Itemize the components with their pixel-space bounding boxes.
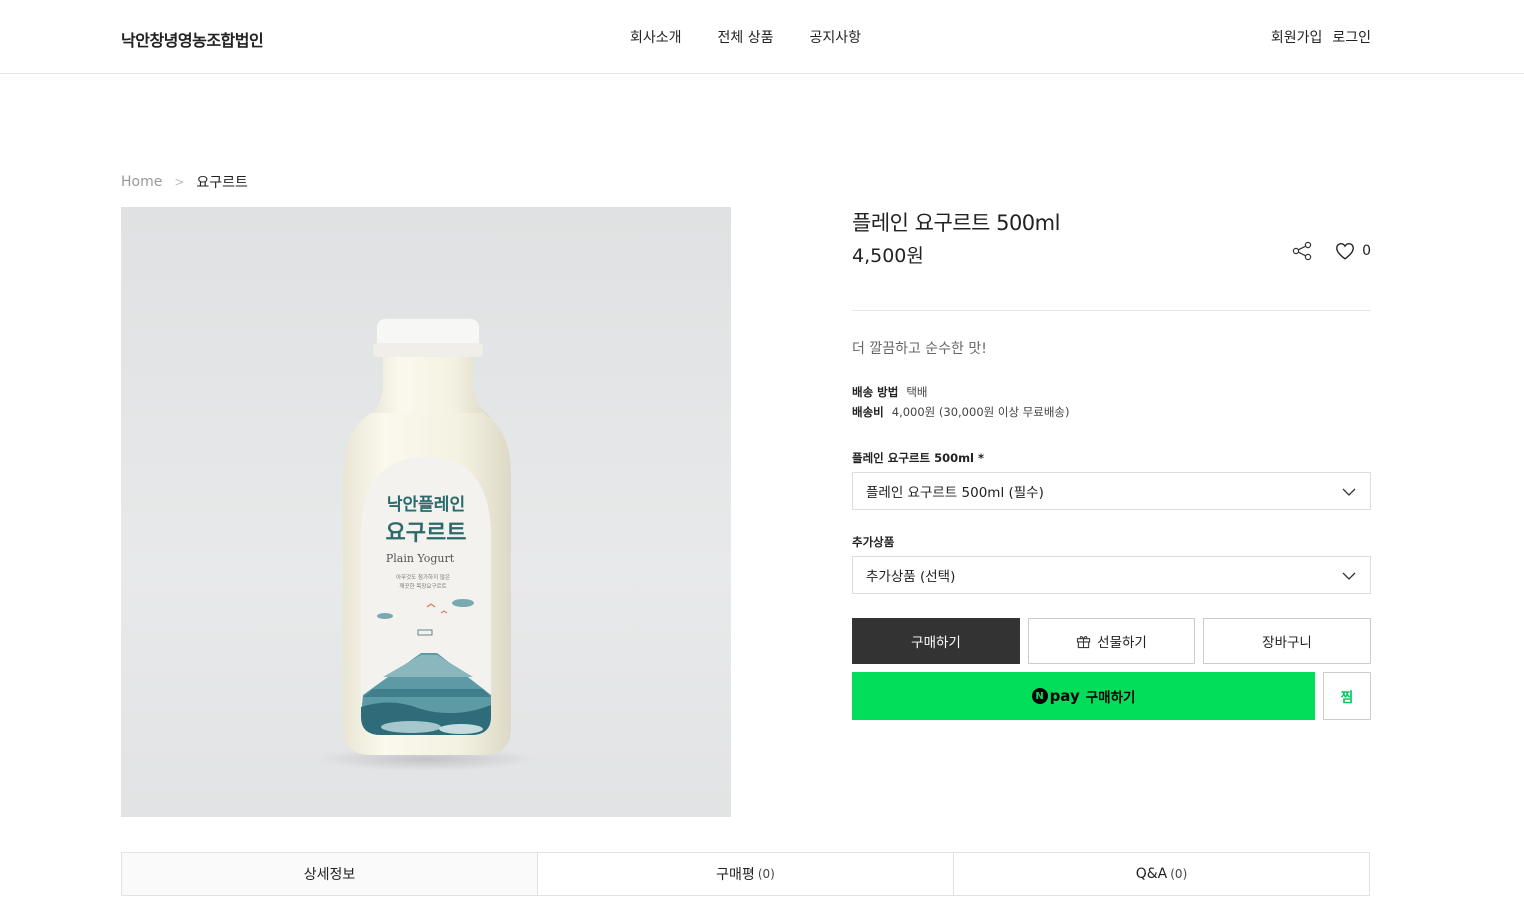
label-english-text: Plain Yogurt — [386, 552, 455, 565]
label-title-text: 낙안플레인 — [387, 495, 465, 515]
npay-buy-label: 구매하기 — [1085, 690, 1136, 706]
zzim-button[interactable]: 찜 — [1323, 672, 1371, 720]
share-icon[interactable] — [1290, 239, 1314, 263]
tab-detail-label: 상세정보 — [303, 867, 356, 883]
product-title: 플레인 요구르트 500ml — [852, 211, 1060, 235]
option-additional-label: 추가상품 — [852, 535, 895, 549]
like-count: 0 — [1362, 243, 1371, 259]
product-tabs: 상세정보 구매평 (0) Q&A (0) — [121, 852, 1370, 896]
shipping-fee-row: 배송비 4,000원 (30,000원 이상 무료배송) — [852, 404, 1070, 420]
member-menu: 회원가입 로그인 — [1261, 27, 1371, 47]
label-desc-text-2: 깨끗한 목장요구르트 — [399, 582, 446, 590]
tab-qna-label: Q&A — [1135, 866, 1168, 882]
shipping-fee-label: 배송비 — [852, 405, 884, 419]
nav-item-company[interactable]: 회사소개 — [630, 27, 682, 47]
chevron-down-icon — [1342, 572, 1356, 580]
label-subtitle-text: 요구르트 — [386, 521, 467, 546]
site-logo[interactable]: 낙안창녕영농조합법인 — [121, 27, 264, 51]
breadcrumb: Home > 요구르트 — [121, 172, 248, 192]
product-info: 플레인 요구르트 500ml 4,500원 0 더 깔끔하고 순수한 맛! 배송… — [852, 207, 1371, 720]
shipping-method-label: 배송 방법 — [852, 385, 899, 399]
cart-button[interactable]: 장바구니 — [1203, 618, 1371, 664]
nav-item-notice[interactable]: 공지사항 — [810, 27, 862, 47]
shipping-method-value: 택배 — [906, 385, 928, 399]
shipping-method-row: 배송 방법 택배 — [852, 384, 928, 400]
option-required-select[interactable]: 플레인 요구르트 500ml (필수) — [852, 472, 1371, 510]
tab-detail[interactable]: 상세정보 — [122, 853, 538, 895]
tab-reviews[interactable]: 구매평 (0) — [538, 853, 954, 895]
shipping-fee-value: 4,000원 (30,000원 이상 무료배송) — [891, 405, 1070, 419]
breadcrumb-home[interactable]: Home — [121, 174, 162, 190]
option-required-label: 플레인 요구르트 500ml * — [852, 451, 985, 465]
tab-qna-count: (0) — [1170, 867, 1188, 881]
gift-button-label: 선물하기 — [1097, 635, 1147, 651]
buy-button[interactable]: 구매하기 — [852, 618, 1020, 664]
npay-word: pay — [1049, 687, 1080, 705]
divider — [852, 310, 1371, 311]
product-summary: 더 깔끔하고 순수한 맛! — [852, 341, 987, 357]
npay-buy-button[interactable]: N pay 구매하기 — [852, 672, 1315, 720]
chevron-down-icon — [1342, 488, 1356, 496]
option-additional-select[interactable]: 추가상품 (선택) — [852, 556, 1371, 594]
site-header: 낙안창녕영농조합법인 회사소개 전체 상품 공지사항 회원가입 로그인 — [0, 0, 1524, 74]
login-link[interactable]: 로그인 — [1332, 27, 1371, 47]
product-actions: 0 — [1290, 239, 1371, 263]
tab-reviews-label: 구매평 — [716, 867, 755, 883]
option-required-value: 플레인 요구르트 500ml (필수) — [866, 485, 1044, 501]
chevron-right-icon: > — [174, 175, 185, 189]
tab-qna[interactable]: Q&A (0) — [954, 853, 1369, 895]
main-nav: 회사소개 전체 상품 공지사항 — [630, 27, 897, 47]
product-price: 4,500원 — [852, 245, 924, 267]
signup-link[interactable]: 회원가입 — [1271, 27, 1323, 47]
nav-item-all-products[interactable]: 전체 상품 — [718, 27, 774, 47]
gift-button[interactable]: 선물하기 — [1028, 618, 1195, 664]
npay-logo-icon: N — [1031, 688, 1048, 704]
heart-icon[interactable] — [1334, 240, 1356, 262]
breadcrumb-current[interactable]: 요구르트 — [196, 172, 248, 192]
product-image[interactable]: 낙안플레인 요구르트 Plain Yogurt 아무것도 첨가하지 않은 깨끗한… — [121, 207, 731, 817]
yogurt-bottle-image: 낙안플레인 요구르트 Plain Yogurt 아무것도 첨가하지 않은 깨끗한… — [316, 319, 536, 771]
gift-icon — [1077, 635, 1091, 648]
label-desc-text: 아무것도 첨가하지 않은 — [396, 573, 450, 581]
option-additional-value: 추가상품 (선택) — [866, 569, 956, 585]
tab-reviews-count: (0) — [757, 867, 775, 881]
